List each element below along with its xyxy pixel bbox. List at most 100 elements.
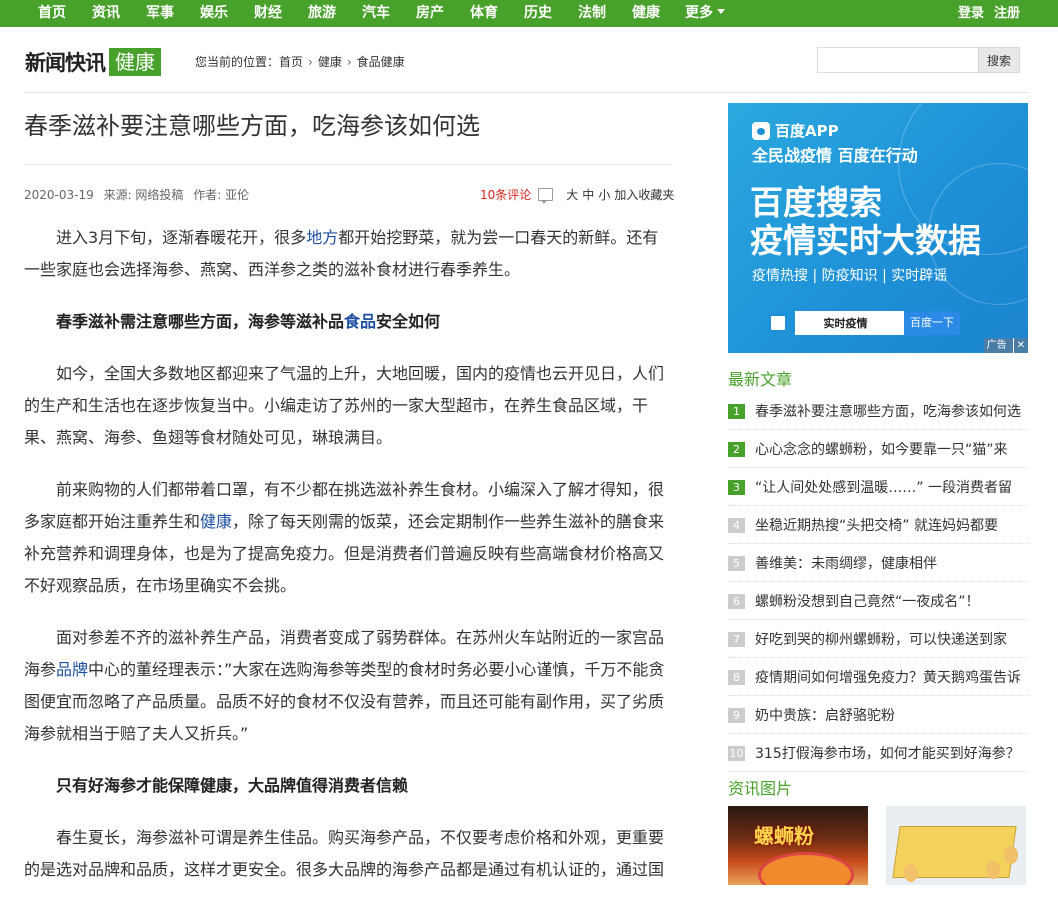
- nav-item-sports[interactable]: 体育: [456, 0, 510, 27]
- ad-slogan: 全民战疫情 百度在行动: [752, 146, 918, 165]
- paragraph: 春生夏长，海参滋补可谓是养生佳品。购买海参产品，不仅要考虑价格和外观，更重要的是…: [24, 828, 665, 879]
- register-link[interactable]: 注册: [994, 6, 1020, 21]
- font-size-small[interactable]: 小: [598, 188, 610, 202]
- nav-item-history[interactable]: 历史: [510, 0, 564, 27]
- list-item-title[interactable]: 春季滋补要注意哪些方面，吃海参该如何选: [755, 401, 1021, 421]
- nav-item-realestate[interactable]: 房产: [402, 0, 456, 27]
- breadcrumb-health[interactable]: 健康: [318, 55, 342, 69]
- logo-channel-tag: 健康: [109, 48, 161, 76]
- top-nav-bar: 首页 资讯 军事 娱乐 财经 旅游 汽车 房产 体育 历史 法制 健康 更多 登…: [0, 0, 1058, 27]
- nav-item-entertainment[interactable]: 娱乐: [186, 0, 240, 27]
- ad-headline: 百度搜索: [750, 183, 882, 222]
- nav-item-travel[interactable]: 旅游: [294, 0, 348, 27]
- list-item[interactable]: 10 315打假海参市场，如何才能买到好海参？: [728, 735, 1028, 772]
- ad-headline-2: 疫情实时大数据: [750, 221, 981, 260]
- list-item-title[interactable]: 奶中贵族：启舒骆驼粉: [755, 705, 895, 725]
- font-size-medium[interactable]: 中: [582, 188, 594, 202]
- sidebar-ad-banner[interactable]: 百度APP 全民战疫情 百度在行动 百度搜索 疫情实时大数据 疫情热搜 | 防疫…: [728, 103, 1028, 353]
- baidu-paw-icon: [752, 121, 770, 140]
- article-tools: 10条评论 大中小 加入收藏夹: [480, 186, 674, 204]
- account-links: 登录 注册: [958, 0, 1030, 27]
- ad-subline: 疫情热搜 | 防疫知识 | 实时辟谣: [752, 268, 948, 284]
- article-date: 2020-03-19: [24, 188, 94, 202]
- keyword-link[interactable]: 食品: [344, 312, 376, 331]
- nav-item-health[interactable]: 健康: [618, 0, 672, 27]
- list-item-title[interactable]: 坐稳近期热搜“头把交椅” 就连妈妈都要: [755, 515, 998, 535]
- add-favorite-link[interactable]: 加入收藏夹: [614, 186, 674, 203]
- baidu-paw-icon: [769, 314, 787, 332]
- rank-badge: 4: [728, 517, 745, 533]
- search-input[interactable]: [817, 47, 978, 73]
- paragraph-text: 进入3月下旬，逐渐春暖花开，很多: [56, 228, 307, 247]
- list-item[interactable]: 1 春季滋补要注意哪些方面，吃海参该如何选: [728, 393, 1028, 430]
- list-item-title[interactable]: 螺蛳粉没想到自己竟然“一夜成名”！: [755, 591, 980, 611]
- ad-brand: 百度APP: [752, 120, 839, 141]
- close-icon[interactable]: ✕: [1012, 338, 1025, 353]
- heading-text: 春季滋补需注意哪些方面，海参等滋补品: [56, 312, 345, 331]
- list-item[interactable]: 2 心心念念的螺蛳粉，如今要靠一只“猫”来: [728, 431, 1028, 468]
- list-item-title[interactable]: 疫情期间如何增强免疫力？黄天鹅鸡蛋告诉: [755, 667, 1021, 687]
- breadcrumb-home[interactable]: 首页: [279, 55, 303, 69]
- keyword-link[interactable]: 地方: [306, 228, 338, 247]
- search-button[interactable]: 搜索: [978, 47, 1020, 73]
- rank-badge: 7: [728, 631, 745, 647]
- keyword-link[interactable]: 健康: [200, 512, 232, 531]
- ad-search-box[interactable]: 实时疫情 百度一下: [769, 311, 960, 335]
- article-meta: 2020-03-19 来源: 网络投稿 作者: 亚伦: [24, 186, 255, 203]
- nav-item-law[interactable]: 法制: [564, 0, 618, 27]
- heading-text: 安全如何: [376, 312, 441, 331]
- section-heading: 只有好海参才能保障健康，大品牌值得消费者信赖: [56, 776, 409, 795]
- font-size-large[interactable]: 大: [566, 188, 578, 202]
- noodle-bowl-image: [758, 852, 854, 885]
- paragraph: 前来购物的人们都带着口罩，有不少都在挑选滋补养生食材。小编深入了解才得知，很多家…: [24, 474, 674, 602]
- news-picture-snail-noodles[interactable]: 螺蛳粉: [728, 806, 868, 885]
- article-body: 进入3月下旬，逐渐春暖花开，很多地方都开始挖野菜，就为尝一口春天的新鲜。还有一些…: [24, 222, 674, 906]
- ad-label: 广告 ✕: [983, 338, 1028, 353]
- list-item[interactable]: 5 善维美：未雨绸缪，健康相伴: [728, 545, 1028, 582]
- article-author: 作者: 亚伦: [193, 188, 250, 202]
- list-item[interactable]: 3 “让人间处处感到温暖……” 一段消费者留: [728, 469, 1028, 506]
- chevron-right-icon: ›: [308, 55, 313, 69]
- breadcrumb-label: 您当前的位置：: [195, 55, 280, 69]
- ad-search-button[interactable]: 百度一下: [904, 311, 960, 335]
- latest-articles-list: 1 春季滋补要注意哪些方面，吃海参该如何选 2 心心念念的螺蛳粉，如今要靠一只“猫”来…: [728, 393, 1028, 773]
- paragraph: 进入3月下旬，逐渐春暖花开，很多地方都开始挖野菜，就为尝一口春天的新鲜。还有一些…: [24, 222, 674, 286]
- breadcrumb-food-health[interactable]: 食品健康: [357, 55, 405, 69]
- comment-icon[interactable]: [538, 188, 554, 204]
- list-item-title[interactable]: 315打假海参市场，如何才能买到好海参？: [755, 743, 1020, 763]
- ad-label-text: 广告: [986, 340, 1007, 351]
- list-item-title[interactable]: 心心念念的螺蛳粉，如今要靠一只“猫”来: [755, 439, 1008, 459]
- nav-item-finance[interactable]: 财经: [240, 0, 294, 27]
- section-heading: 春季滋补需注意哪些方面，海参等滋补品食品安全如何: [24, 306, 674, 338]
- site-logo[interactable]: 新闻快讯 健康: [25, 48, 161, 76]
- keyword-link[interactable]: 品牌: [56, 660, 88, 679]
- list-item[interactable]: 4 坐稳近期热搜“头把交椅” 就连妈妈都要: [728, 507, 1028, 544]
- list-item[interactable]: 8 疫情期间如何增强免疫力？黄天鹅鸡蛋告诉: [728, 659, 1028, 696]
- rank-badge: 8: [728, 669, 745, 685]
- news-picture-egg-box[interactable]: [886, 806, 1026, 885]
- list-item[interactable]: 6 螺蛳粉没想到自己竟然“一夜成名”！: [728, 583, 1028, 620]
- picture-caption: 螺蛳粉: [754, 824, 814, 848]
- list-item[interactable]: 7 好吃到哭的柳州螺蛳粉，可以快递送到家: [728, 621, 1028, 658]
- list-item-title[interactable]: 善维美：未雨绸缪，健康相伴: [755, 553, 937, 573]
- list-item[interactable]: 9 奶中贵族：启舒骆驼粉: [728, 697, 1028, 734]
- nav-item-military[interactable]: 军事: [132, 0, 186, 27]
- comment-count-link[interactable]: 10条评论: [480, 186, 531, 203]
- paragraph-text: 中心的董经理表示：”大家在选购海参等类型的食材时务必要小心谨慎，千万不能贪图便宜…: [24, 660, 665, 743]
- nav-item-auto[interactable]: 汽车: [348, 0, 402, 27]
- list-item-title[interactable]: 好吃到哭的柳州螺蛳粉，可以快递送到家: [755, 629, 1007, 649]
- rank-badge: 6: [728, 593, 745, 609]
- title-divider: [24, 164, 673, 165]
- nav-item-home[interactable]: 首页: [24, 0, 78, 27]
- chevron-right-icon: ›: [346, 55, 352, 69]
- article-title: 春季滋补要注意哪些方面，吃海参该如何选: [24, 112, 480, 140]
- rank-badge: 3: [728, 479, 745, 495]
- ad-search-text: 实时疫情: [823, 317, 868, 330]
- nav-item-news[interactable]: 资讯: [78, 0, 132, 27]
- nav-more-dropdown[interactable]: 更多: [685, 0, 725, 27]
- list-item-title[interactable]: “让人间处处感到温暖……” 一段消费者留: [755, 477, 1012, 497]
- rank-badge: 9: [728, 707, 745, 723]
- login-link[interactable]: 登录: [958, 6, 984, 21]
- chevron-down-icon: [717, 9, 725, 14]
- rank-badge: 5: [728, 555, 745, 571]
